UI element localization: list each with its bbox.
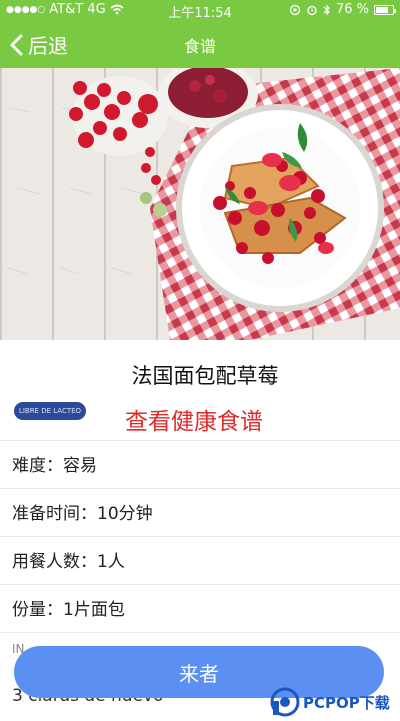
healthy-recipes-link[interactable]: 查看健康食谱 (125, 402, 263, 436)
row-divider (0, 632, 400, 633)
alarm-icon (307, 5, 317, 15)
battery-percent: 76 % (335, 2, 369, 17)
recipe-header: 法国面包配草莓 LIBRE DE LACTEO 查看健康食谱 (0, 340, 400, 440)
nav-bar: 后退 食谱 (0, 20, 400, 68)
brand-logo: LIBRE DE LACTEO (14, 402, 86, 420)
servings-row: 用餐人数：1人 (0, 536, 400, 582)
recipe-title: 法国面包配草莓 (131, 364, 279, 388)
servings-label: 用餐人数：1人 (12, 552, 125, 572)
portion-row: 份量：1片面包 (0, 584, 400, 630)
lock-rotation-icon (289, 4, 301, 15)
brand-logo-text: LIBRE DE LACTEO (18, 407, 82, 415)
prep-time-row: 准备时间：10分钟 (0, 488, 400, 534)
difficulty-row: 难度：容易 (0, 440, 400, 486)
battery-level (376, 6, 388, 13)
page-title: 食谱 (183, 37, 216, 56)
portion-label: 份量：1片面包 (12, 600, 125, 620)
watermark-text: PCPOP下载 (303, 693, 390, 712)
prep-time-label: 准备时间：10分钟 (12, 504, 153, 524)
status-bar: ●●●●○ AT&T 4G 上午11:54 76 % (0, 0, 400, 21)
recipe-photo (0, 68, 400, 340)
watermark-logo-icon (270, 687, 300, 717)
primary-action-label: 来者 (179, 661, 219, 686)
difficulty-label: 难度：容易 (12, 456, 97, 476)
status-right: 76 % (289, 2, 396, 17)
watermark: PCPOP下载 (270, 684, 396, 720)
battery-icon (374, 4, 396, 15)
bluetooth-icon (323, 4, 330, 15)
